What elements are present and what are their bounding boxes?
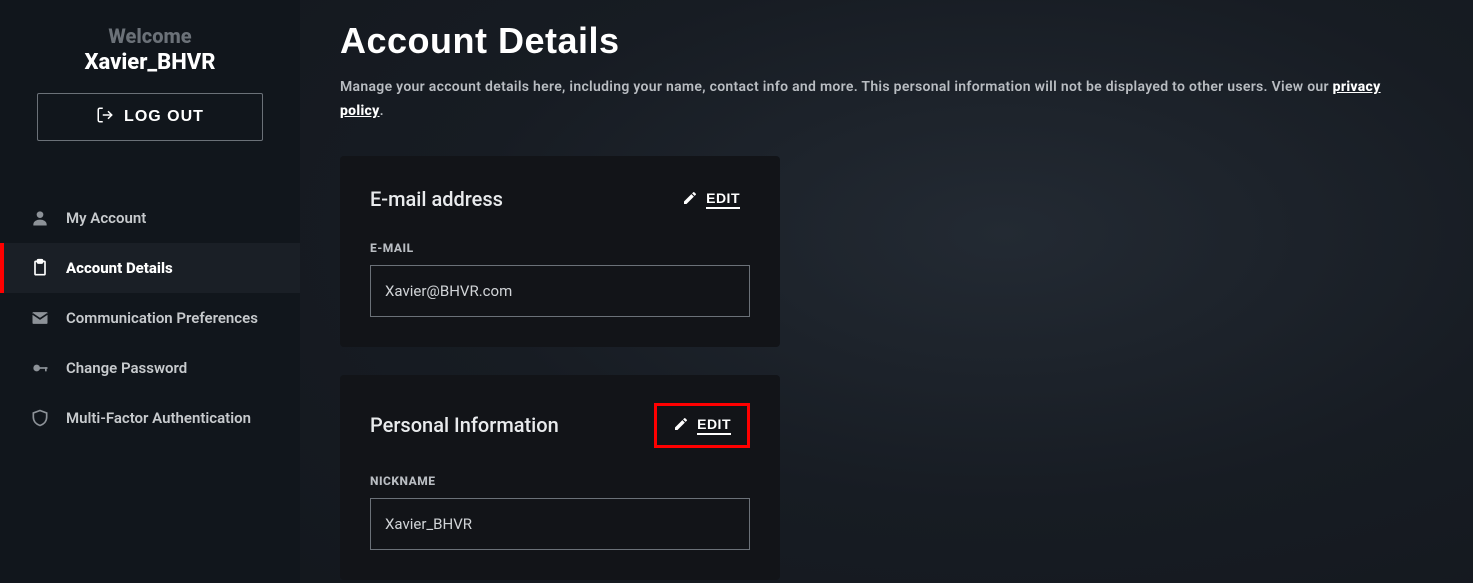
sidebar-item-change-password[interactable]: Change Password [0, 343, 300, 393]
personal-card-header: Personal Information EDIT [370, 403, 750, 448]
pencil-icon [673, 416, 689, 435]
main-content: Account Details Manage your account deta… [300, 0, 1473, 583]
personal-info-card: Personal Information EDIT NICKNAME Xavie… [340, 375, 780, 580]
logout-button[interactable]: LOG OUT [37, 93, 263, 141]
personal-card-title: Personal Information [370, 413, 559, 437]
shield-icon [30, 408, 50, 428]
clipboard-icon [30, 258, 50, 278]
edit-label: EDIT [697, 416, 731, 435]
email-card-title: E-mail address [370, 187, 503, 211]
sidebar-item-label: Communication Preferences [66, 309, 258, 327]
nickname-field-label: NICKNAME [370, 474, 750, 488]
page-title: Account Details [340, 20, 1433, 62]
email-field-value: Xavier@BHVR.com [370, 265, 750, 317]
sidebar-item-my-account[interactable]: My Account [0, 193, 300, 243]
sidebar-item-communication-preferences[interactable]: Communication Preferences [0, 293, 300, 343]
sidebar-item-label: Account Details [66, 259, 173, 277]
sidebar-item-label: Multi-Factor Authentication [66, 409, 251, 427]
sidebar-item-label: My Account [66, 209, 146, 227]
edit-label: EDIT [706, 190, 740, 209]
pencil-icon [682, 190, 698, 209]
email-field-label: E-MAIL [370, 241, 750, 255]
page-subtitle: Manage your account details here, includ… [340, 76, 1400, 124]
nickname-field-value: Xavier_BHVR [370, 498, 750, 550]
edit-personal-button[interactable]: EDIT [667, 412, 737, 439]
user-icon [30, 208, 50, 228]
sidebar-item-label: Change Password [66, 359, 187, 377]
sidebar-item-account-details[interactable]: Account Details [0, 243, 300, 293]
email-card-header: E-mail address EDIT [370, 184, 750, 215]
sidebar-item-mfa[interactable]: Multi-Factor Authentication [0, 393, 300, 443]
edit-personal-highlight: EDIT [654, 403, 750, 448]
sidebar-nav: My Account Account Details Communication… [0, 193, 300, 443]
mail-icon [30, 308, 50, 328]
welcome-username: Xavier_BHVR [36, 50, 264, 75]
key-icon [30, 358, 50, 378]
logout-label: LOG OUT [124, 108, 204, 126]
subtitle-text: Manage your account details here, includ… [340, 79, 1333, 95]
welcome-block: Welcome Xavier_BHVR LOG OUT [0, 24, 300, 159]
sidebar: Welcome Xavier_BHVR LOG OUT My Account [0, 0, 300, 583]
welcome-label: Welcome [36, 24, 264, 48]
subtitle-suffix: . [380, 103, 384, 119]
email-card: E-mail address EDIT E-MAIL Xavier@BHVR.c… [340, 156, 780, 347]
logout-icon [96, 106, 114, 129]
edit-email-button[interactable]: EDIT [672, 184, 750, 215]
